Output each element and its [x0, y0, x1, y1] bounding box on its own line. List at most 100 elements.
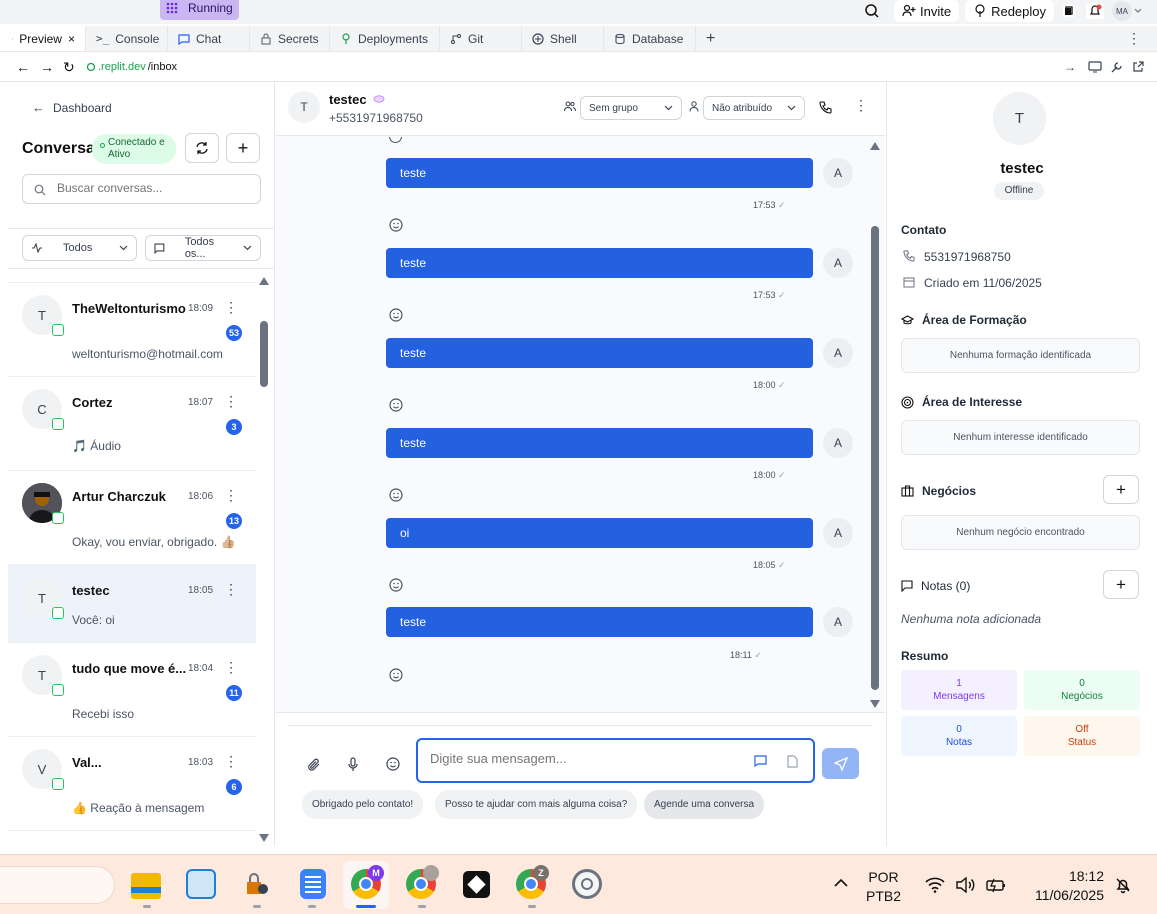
notepad-icon[interactable]: [300, 869, 326, 899]
scroll-down-icon[interactable]: [259, 834, 269, 842]
bell-icon[interactable]: [1084, 2, 1106, 20]
tab-shell[interactable]: Shell: [522, 26, 604, 51]
tab-deployments[interactable]: Deployments: [330, 26, 440, 51]
tab-preview[interactable]: Preview ×: [0, 26, 86, 51]
smile-icon[interactable]: [389, 398, 403, 412]
new-conversation-button[interactable]: +: [226, 133, 260, 163]
wifi-icon[interactable]: [925, 877, 945, 893]
volume-icon[interactable]: [955, 877, 975, 893]
sender-avatar: A: [823, 158, 853, 188]
new-tab-button[interactable]: +: [696, 26, 725, 51]
running-status[interactable]: Running: [160, 0, 239, 20]
copy-icon[interactable]: [1060, 2, 1078, 20]
smile-icon[interactable]: [389, 488, 403, 502]
smile-icon[interactable]: [389, 668, 403, 682]
last-message: weltonturismo@hotmail.com: [72, 347, 223, 361]
send-button[interactable]: [822, 748, 859, 779]
reaction-icon-partial[interactable]: [389, 137, 402, 143]
scroll-down-icon[interactable]: [870, 700, 880, 708]
scrollbar[interactable]: [869, 142, 881, 708]
quick-reply-icon[interactable]: [754, 755, 767, 767]
go-icon[interactable]: →: [1064, 60, 1076, 74]
task-manager-icon[interactable]: [186, 869, 216, 899]
quick-reply-chip[interactable]: Posso te ajudar com mais alguma coisa?: [435, 790, 638, 819]
clock[interactable]: 18:12 11/06/2025: [1026, 867, 1104, 905]
conversation-item[interactable]: C Cortez 18:07 ⋮ 3 🎵 Áudio: [8, 377, 256, 471]
phone-icon[interactable]: [819, 101, 832, 114]
message-bubble: oi: [386, 518, 813, 548]
assignee-select[interactable]: Não atribuído: [703, 96, 805, 120]
scroll-thumb[interactable]: [871, 226, 879, 690]
smile-icon[interactable]: [389, 308, 403, 322]
file-explorer-icon[interactable]: [131, 873, 161, 899]
lock-app-icon[interactable]: [241, 869, 271, 899]
wrench-icon[interactable]: [1110, 61, 1123, 74]
file-icon[interactable]: [787, 755, 798, 768]
input-language[interactable]: POR PTB2: [866, 868, 901, 906]
user-avatar[interactable]: MA: [1112, 1, 1142, 21]
battery-icon[interactable]: [985, 877, 1007, 893]
capcut-icon[interactable]: [463, 871, 490, 898]
message-input-box[interactable]: [416, 738, 815, 783]
tab-database[interactable]: Database: [604, 26, 696, 51]
scroll-up-icon[interactable]: [259, 277, 269, 285]
refresh-button[interactable]: [185, 133, 219, 163]
refresh-icon[interactable]: ↻: [63, 59, 75, 76]
conversation-item[interactable]: T tudo que move é... 18:04 ⋮ 11 Recebi i…: [8, 643, 256, 737]
tab-console[interactable]: >_ Console: [86, 26, 168, 51]
more-options-icon[interactable]: ⋮: [224, 581, 238, 598]
search-icon[interactable]: [864, 3, 880, 19]
search-field[interactable]: [22, 174, 261, 204]
tab-chat[interactable]: Chat: [168, 26, 250, 51]
chevron-up-icon[interactable]: [834, 878, 848, 888]
back-icon[interactable]: ←: [16, 59, 30, 75]
more-icon[interactable]: ⋮: [1127, 30, 1141, 47]
notification-bell-icon[interactable]: [1114, 876, 1132, 894]
conversation-item[interactable]: T TheWeltonturismo 18:09 ⋮ 53 weltonturi…: [8, 283, 256, 377]
message-input[interactable]: [430, 751, 730, 766]
search-input[interactable]: [57, 181, 253, 195]
tab-git[interactable]: Git: [440, 26, 522, 51]
tab-secrets[interactable]: Secrets: [250, 26, 330, 51]
device-icon[interactable]: [1088, 61, 1102, 73]
smile-icon[interactable]: [389, 578, 403, 592]
scrollbar[interactable]: [258, 277, 270, 842]
invite-button[interactable]: Invite: [894, 0, 960, 22]
more-options-icon[interactable]: ⋮: [224, 393, 238, 410]
scroll-up-icon[interactable]: [870, 142, 880, 150]
microphone-icon[interactable]: [347, 757, 359, 772]
more-options-icon[interactable]: ⋮: [854, 97, 868, 114]
more-options-icon[interactable]: ⋮: [224, 299, 238, 316]
smile-icon[interactable]: [389, 218, 403, 232]
more-options-icon[interactable]: ⋮: [224, 659, 238, 676]
add-user-icon: [902, 4, 916, 17]
target-icon: [901, 395, 914, 409]
quick-reply-chip[interactable]: Agende uma conversa: [644, 790, 765, 819]
close-icon[interactable]: ×: [68, 32, 75, 46]
obs-icon[interactable]: [572, 869, 602, 899]
channel-filter[interactable]: Todos os...: [145, 235, 261, 261]
more-options-icon[interactable]: ⋮: [224, 753, 238, 770]
emoji-icon[interactable]: [386, 757, 400, 771]
add-business-button[interactable]: +: [1103, 475, 1139, 504]
conversation-item-selected[interactable]: T testec 18:05 ⋮ Você: oi: [8, 565, 256, 643]
external-link-icon[interactable]: [1132, 61, 1144, 73]
taskbar-search[interactable]: [0, 866, 115, 904]
app-indicator-active: [356, 905, 376, 908]
whatsapp-icon: [52, 684, 64, 696]
scroll-thumb[interactable]: [260, 321, 268, 387]
redeploy-button[interactable]: Redeploy: [965, 0, 1055, 22]
paperclip-icon[interactable]: [307, 758, 321, 772]
status-filter[interactable]: Todos: [22, 235, 137, 261]
add-note-button[interactable]: +: [1103, 570, 1139, 599]
forward-icon[interactable]: →: [40, 59, 54, 75]
time-label: 18:00: [753, 380, 776, 390]
more-options-icon[interactable]: ⋮: [224, 487, 238, 504]
group-select[interactable]: Sem grupo: [580, 96, 682, 120]
dashboard-link[interactable]: ← Dashboard: [32, 100, 112, 115]
quick-reply-chip[interactable]: Obrigado pelo contato!: [302, 790, 424, 819]
stat-label: Mensagens: [933, 691, 985, 702]
url-field[interactable]: .replit.dev/inbox: [86, 61, 177, 73]
conversation-item[interactable]: V Val... 18:03 ⋮ 6 👍 Reação à mensagem: [8, 737, 256, 831]
conversation-item[interactable]: Artur Charczuk 18:06 ⋮ 13 Okay, vou envi…: [8, 471, 256, 565]
